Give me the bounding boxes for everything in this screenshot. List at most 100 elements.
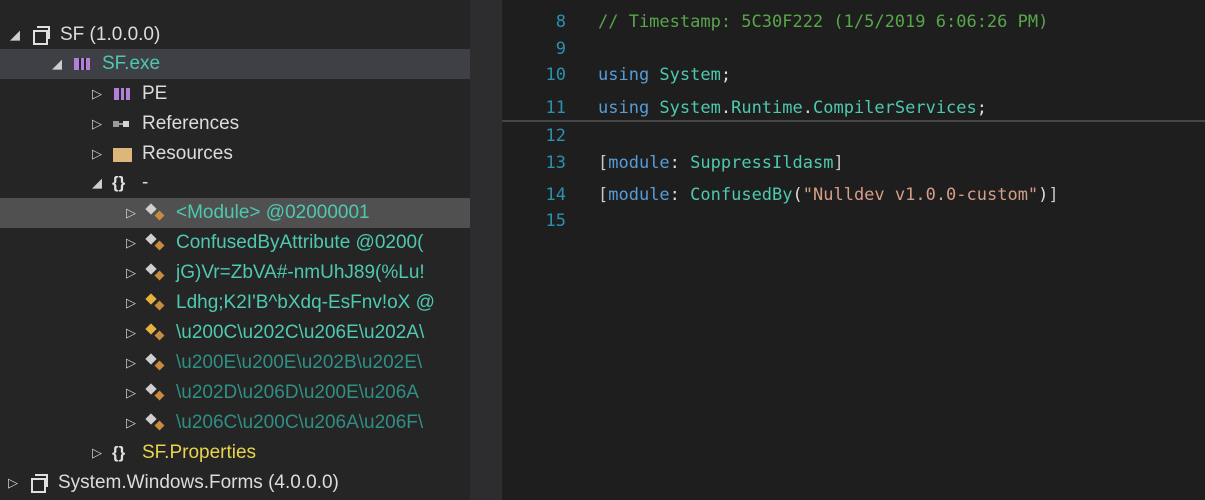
code-text: using System.Runtime.CompilerServices;: [598, 98, 987, 118]
assembly-icon: [30, 26, 52, 45]
code-token: .: [802, 98, 813, 118]
code-token: ;: [976, 98, 988, 118]
assembly-explorer-tree: ◢ SF (1.0.0.0) ◢ SF.exe ▷ PE ▷ Reference…: [0, 0, 470, 500]
line-number: 10: [545, 65, 566, 85]
class-type-icon: [146, 234, 168, 252]
code-token: SuppressIldasm: [690, 153, 834, 173]
code-line[interactable]: 14 [module: ConfusedBy("Nulldev v1.0.0-cu…: [502, 182, 1205, 208]
tree-node-label: SF (1.0.0.0): [60, 24, 161, 45]
panel-splitter[interactable]: [470, 0, 502, 500]
code-token: module: [608, 185, 670, 205]
expand-arrow-icon[interactable]: ▷: [122, 295, 140, 311]
code-text: [module: SuppressIldasm]: [598, 153, 844, 173]
tree-node-obfuscated-type-1[interactable]: ▷ jG)Vr=ZbVA#-nmUhJ89(%Lu!: [0, 258, 470, 288]
tree-node-sf-properties[interactable]: ▷ {} SF.Properties: [0, 438, 470, 468]
exe-module-icon: [72, 55, 94, 73]
code-line[interactable]: 8 // Timestamp: 5C30F222 (1/5/2019 6:06:2…: [502, 9, 1205, 35]
code-token: (: [792, 185, 803, 205]
expand-arrow-icon[interactable]: ▷: [88, 116, 106, 132]
tree-node-namespace-dash[interactable]: ◢ {} -: [0, 168, 470, 198]
expand-arrow-icon[interactable]: ▷: [122, 235, 140, 251]
expand-arrow-icon[interactable]: ▷: [4, 475, 22, 491]
code-token: module: [608, 153, 670, 173]
code-token: :: [669, 153, 691, 173]
class-type-icon: [146, 324, 168, 342]
expand-arrow-icon[interactable]: ▷: [122, 415, 140, 431]
folder-icon: [112, 145, 134, 163]
tree-node-system-windows-forms[interactable]: ▷ System.Windows.Forms (4.0.0.0): [0, 468, 470, 498]
class-type-icon: [146, 204, 168, 222]
tree-node-label: \u202D\u206D\u200E\u206A: [176, 382, 419, 403]
code-token: :: [669, 185, 691, 205]
line-number: 8: [555, 12, 566, 32]
code-token: ]: [833, 153, 844, 173]
namespace-icon: {}: [112, 173, 126, 192]
tree-node-obfuscated-type-6[interactable]: ▷ \u206C\u200C\u206A\u206F\: [0, 408, 470, 438]
tree-node-obfuscated-type-4[interactable]: ▷ \u200E\u200E\u202B\u202E\: [0, 348, 470, 378]
tree-node-label: \u200C\u202C\u206E\u202A\: [176, 322, 425, 343]
code-token: ConfusedBy: [690, 185, 793, 205]
pe-icon: [112, 85, 134, 103]
assembly-icon: [28, 474, 50, 493]
tree-node-confusedby-type[interactable]: ▷ ConfusedByAttribute @0200(: [0, 228, 470, 258]
tree-node-resources[interactable]: ▷ Resources: [0, 139, 470, 169]
expand-arrow-icon[interactable]: ▷: [122, 325, 140, 341]
collapse-arrow-icon[interactable]: ◢: [6, 27, 24, 43]
code-line[interactable]: 10 using System;: [502, 62, 1205, 88]
tree-node-label: ConfusedByAttribute @0200(: [176, 232, 424, 253]
references-icon: [112, 115, 134, 133]
class-type-icon: [146, 414, 168, 432]
tree-node-label: Resources: [142, 143, 233, 164]
code-token: Runtime: [731, 98, 803, 118]
collapse-arrow-icon[interactable]: ◢: [88, 175, 106, 191]
tree-node-module-type[interactable]: ▷ <Module> @02000001: [0, 198, 470, 228]
expand-arrow-icon[interactable]: ▷: [88, 86, 106, 102]
code-token: [: [598, 153, 609, 173]
code-token: ): [1038, 185, 1049, 205]
tree-node-references[interactable]: ▷ References: [0, 109, 470, 139]
code-token: ;: [720, 65, 732, 85]
code-token: using: [598, 98, 660, 118]
tree-node-obfuscated-type-5[interactable]: ▷ \u202D\u206D\u200E\u206A: [0, 378, 470, 408]
code-line[interactable]: 13 [module: SuppressIldasm]: [502, 150, 1205, 176]
tree-node-obfuscated-type-2[interactable]: ▷ Ldhg;K2I'B^bXdq-EsFnv!oX @: [0, 288, 470, 318]
tree-node-sf-exe[interactable]: ◢ SF.exe: [0, 49, 470, 79]
tree-node-label: SF.Properties: [142, 442, 257, 463]
expand-arrow-icon[interactable]: ▷: [122, 265, 140, 281]
expand-arrow-icon[interactable]: ▷: [122, 205, 140, 221]
line-number: 14: [545, 185, 566, 205]
decompiled-code-editor[interactable]: 8 // Timestamp: 5C30F222 (1/5/2019 6:06:2…: [502, 0, 1205, 500]
code-token: ]: [1048, 185, 1059, 205]
tree-node-pe[interactable]: ▷ PE: [0, 79, 470, 109]
class-type-icon: [146, 384, 168, 402]
tree-node-sf-assembly[interactable]: ◢ SF (1.0.0.0): [0, 20, 470, 50]
expand-arrow-icon[interactable]: ▷: [88, 445, 106, 461]
tree-node-label: PE: [142, 83, 168, 104]
tree-node-label: System.Windows.Forms (4.0.0.0): [58, 472, 339, 493]
class-type-icon: [146, 354, 168, 372]
class-type-icon: [146, 294, 168, 312]
code-token: "Nulldev v1.0.0-custom": [802, 185, 1039, 205]
tree-node-obfuscated-type-3[interactable]: ▷ \u200C\u202C\u206E\u202A\: [0, 318, 470, 348]
expand-arrow-icon[interactable]: ▷: [88, 146, 106, 162]
expand-arrow-icon[interactable]: ▷: [122, 355, 140, 371]
tree-node-label: \u200E\u200E\u202B\u202E\: [176, 352, 423, 373]
code-token: using: [598, 65, 660, 85]
code-token: System: [659, 65, 721, 85]
tree-node-label: Ldhg;K2I'B^bXdq-EsFnv!oX @: [176, 292, 435, 313]
code-text: [module: ConfusedBy("Nulldev v1.0.0-cust…: [598, 185, 1059, 205]
code-line[interactable]: 9: [502, 36, 1205, 62]
line-number: 11: [545, 98, 566, 118]
expand-arrow-icon[interactable]: ▷: [122, 385, 140, 401]
line-number: 9: [555, 39, 566, 59]
code-line[interactable]: 12: [502, 123, 1205, 149]
tree-node-label: SF.exe: [102, 53, 161, 74]
code-line[interactable]: 15: [502, 208, 1205, 234]
namespace-icon: {}: [112, 443, 126, 462]
collapse-arrow-icon[interactable]: ◢: [48, 56, 66, 72]
code-token: System: [659, 98, 721, 118]
code-text: using System;: [598, 65, 731, 85]
tree-node-label: \u206C\u200C\u206A\u206F\: [176, 412, 424, 433]
code-token: // Timestamp: 5C30F222 (1/5/2019 6:06:26…: [598, 12, 1049, 32]
code-line[interactable]: 11 using System.Runtime.CompilerServices;: [502, 96, 1205, 122]
